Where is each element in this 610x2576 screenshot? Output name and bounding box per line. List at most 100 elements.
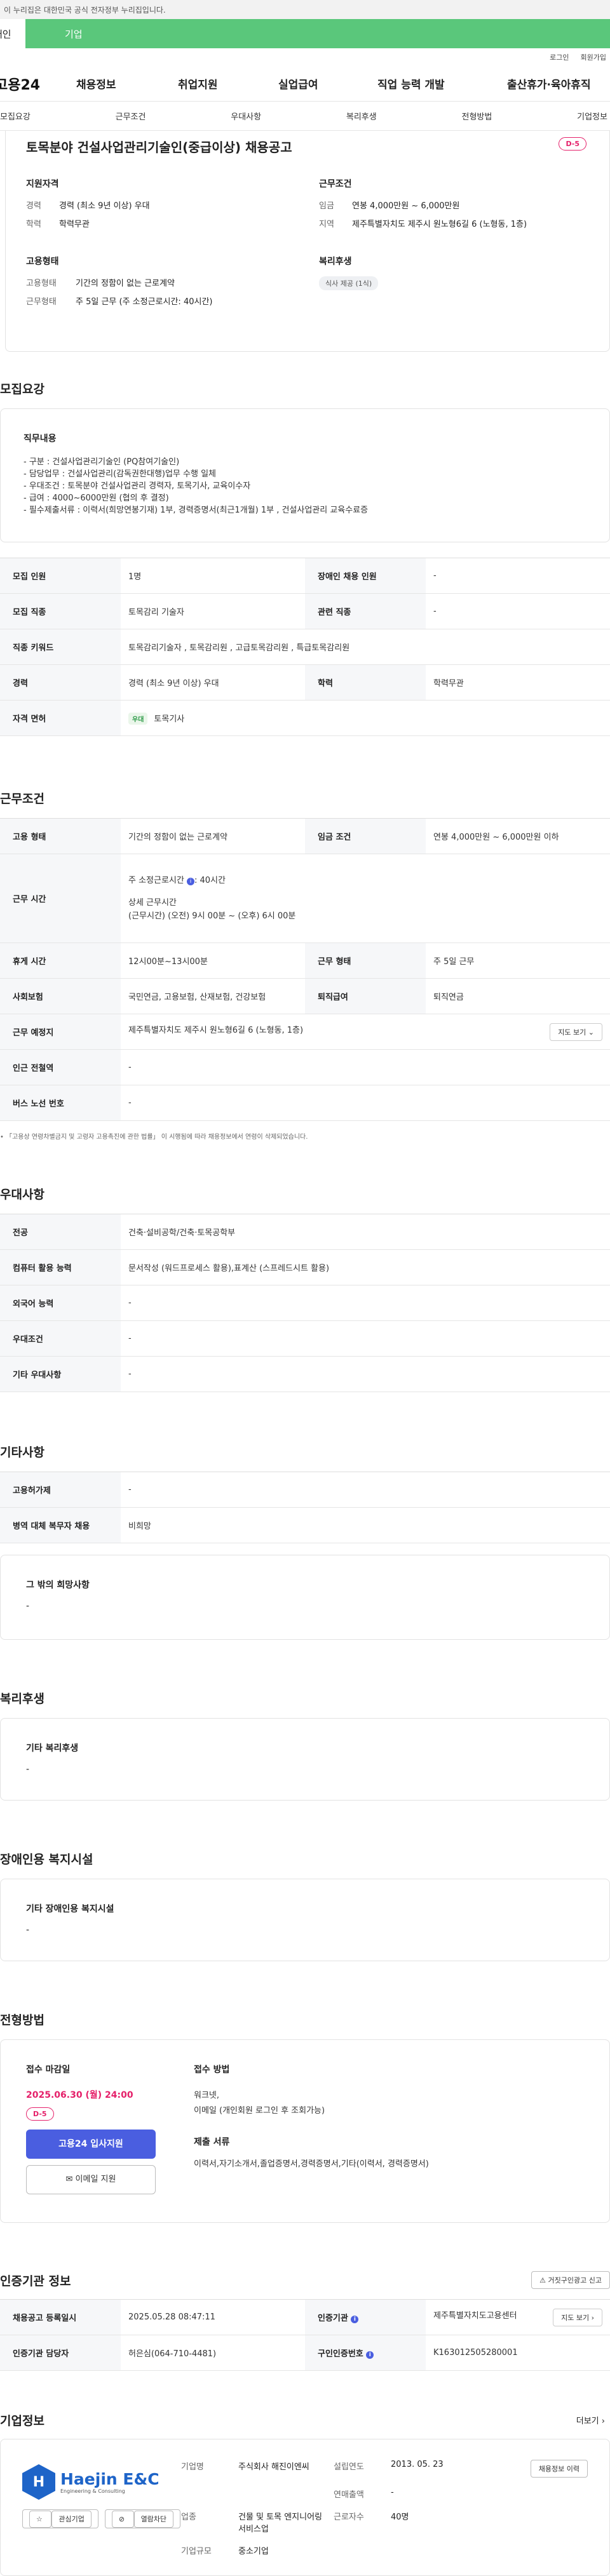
process-card: 접수 마감일 2025.06.30 (월) 24:00 D-5 고용24 입사지… <box>0 2039 610 2223</box>
summary-value: 학력무관 <box>59 220 90 229</box>
info-icon[interactable]: i <box>366 2351 374 2359</box>
row-value: 토목감리기술자 , 토목감리원 , 고급토목감리원 , 특급토목감리원 <box>121 629 610 665</box>
duty-line: - 급여 : 4000~6000만원 (협의 후 결정) <box>24 493 169 503</box>
anchor-recruit[interactable]: 모집요강 <box>0 110 30 122</box>
table-row: 근무 예정지 제주특별자치도 제주시 원노형6길 6 (노형동, 1층) 지도 보기… <box>0 1014 610 1050</box>
summary-label: 지역 <box>319 220 334 229</box>
block-view-button[interactable]: ⊘ 열람차단 <box>104 2509 181 2528</box>
disabled-value: - <box>26 1925 30 1935</box>
block-icon: ⊘ <box>111 2511 134 2528</box>
hire-history-button[interactable]: 채용정보 이력 <box>530 2460 588 2478</box>
age-notice-text: 「고용상 연령차별금지 및 고령자 고용촉진에 관한 법률」 이 시행됨에 따라… <box>6 1134 308 1141</box>
tab-company[interactable]: 기업 <box>25 19 610 48</box>
section-title-welfare: 복리후생 <box>0 1692 44 1706</box>
anchor-process[interactable]: 전형방법 <box>462 110 492 122</box>
row-value: - <box>426 558 610 594</box>
summary-employment: 고용형태 고용형태 기간의 정함이 없는 근로계약 근무형태 주 5일 근무 (주 … <box>26 255 294 313</box>
row-value: - <box>121 1356 610 1392</box>
tab-individual[interactable]: 개인 <box>0 19 25 48</box>
size-value: 중소기업 <box>238 2547 269 2556</box>
hope-card: 그 밖의 희망사항 - <box>0 1555 610 1640</box>
summary-welfare-heading: 복리후생 <box>319 257 352 267</box>
row-value: 국민연금, 고용보험, 산재보험, 건강보험 <box>121 978 305 1014</box>
gov-notice: 이 누리집은 대한민국 공식 전자정부 누리집입니다. <box>4 5 166 15</box>
signup-link[interactable]: 회원가입 <box>581 52 606 62</box>
summary-welfare: 복리후생 식사 제공 (1식) <box>319 255 586 313</box>
row-value: 허은심(064-710-4481) <box>121 2335 305 2371</box>
cert-header: 인증기관 정보 ⚠ 거짓구인광고 신고 <box>0 2271 610 2289</box>
org-label: 인증기관 <box>318 2314 348 2323</box>
anchor-preference[interactable]: 우대사항 <box>231 110 261 122</box>
company-card: H Haejin E&C Engineering & Consulting ☆ 관… <box>0 2439 610 2576</box>
company-actions: ☆ 관심기업 ⊘ 열람차단 <box>22 2509 181 2528</box>
apply-button[interactable]: 고용24 입사지원 <box>26 2130 156 2159</box>
mail-icon: ✉ <box>65 2175 76 2184</box>
deadline-value: 2025.06.30 (월) 24:00 <box>26 2090 133 2100</box>
section-title-etc: 기타사항 <box>0 1446 44 1459</box>
row-value: 주 소정근로시간 i: 40시간 상세 근무시간 (근무시간) (오전) 9시 … <box>121 854 610 943</box>
user-type-tabs: 개인 기업 <box>0 19 610 48</box>
info-icon[interactable]: i <box>187 878 194 885</box>
org-map-label: 지도 보기 <box>561 2313 590 2322</box>
chevron-right-icon: › <box>591 2313 594 2322</box>
info-icon[interactable]: i <box>351 2316 359 2323</box>
etc-table: 고용허가제 - 병역 대체 복무자 채용 비희망 <box>0 1472 610 1543</box>
chevron-right-icon: › <box>601 2417 605 2426</box>
row-value: - <box>121 1285 610 1321</box>
summary-value: 기간의 정함이 없는 근로계약 <box>76 279 175 288</box>
row-value: - <box>121 1049 610 1085</box>
row-label: 구인인증번호 i <box>305 2335 426 2371</box>
row-label: 휴게 시간 <box>0 943 121 979</box>
method-item: 워크넷, <box>194 2091 220 2100</box>
summary-conditions-heading: 근무조건 <box>319 179 352 189</box>
method-col: 접수 방법 워크넷, 이메일 (개인회원 로그인 후 조회가능) 제출 서류 이… <box>194 2063 584 2194</box>
gnb-item-jobs[interactable]: 채용정보 <box>76 76 178 91</box>
tab-individual-label: 개인 <box>0 28 11 40</box>
row-value: 비희망 <box>121 1507 610 1543</box>
gnb-item-employment-support[interactable]: 취업지원 <box>178 76 278 91</box>
row-label: 모집 직종 <box>0 593 121 629</box>
org-value: 제주특별자치도고용센터 <box>433 2311 517 2321</box>
dday-badge: D-5 <box>26 2107 54 2121</box>
location-value: 제주특별자치도 제주시 원노형6길 6 (노형동, 1층) <box>128 1025 304 1035</box>
conditions-table: 고용 형태 기간의 정함이 없는 근로계약 임금 조건 연봉 4,000만원 ~ 6,… <box>0 818 610 1121</box>
fav-label: 관심기업 <box>51 2511 92 2528</box>
row-value: K163012505280001 <box>426 2335 610 2371</box>
org-map-button[interactable]: 지도 보기 › <box>553 2308 602 2326</box>
info-label: 기업명 <box>181 2462 204 2472</box>
anchor-company[interactable]: 기업정보 <box>577 110 607 122</box>
info-label: 업종 <box>181 2512 196 2522</box>
anchor-welfare[interactable]: 복리후생 <box>346 110 377 122</box>
gnb-item-parental-leave[interactable]: 출산휴가·육아휴직 <box>507 76 591 91</box>
row-label: 우대조건 <box>0 1320 121 1357</box>
summary-conditions: 근무조건 임금 연봉 4,000만원 ~ 6,000만원 지역 제주특별자치도 제주… <box>319 177 586 236</box>
map-button[interactable]: 지도 보기 ⌄ <box>550 1023 602 1041</box>
report-fake-ad-button[interactable]: ⚠ 거짓구인광고 신고 <box>531 2271 610 2289</box>
login-link[interactable]: 로그인 <box>550 52 569 62</box>
report-button-label: 거짓구인광고 신고 <box>548 2276 602 2284</box>
summary-qualification: 지원자격 경력 경력 (최소 9년 이상) 우대 학력 학력무관 <box>26 177 294 236</box>
industry-value: 건물 및 토목 엔지니어링 서비스업 <box>238 2512 322 2534</box>
anchor-conditions[interactable]: 근무조건 <box>116 110 146 122</box>
table-row: 채용공고 등록일시 2025.05.28 08:47:11 인증기관 i 제주특별자치… <box>0 2299 610 2335</box>
duty-line: - 구분 : 건설사업관리기술인 (PQ참여기술인) <box>24 457 180 467</box>
gnb-item-unemployment-benefit[interactable]: 실업급여 <box>278 76 377 91</box>
section-title-conditions: 근무조건 <box>0 792 44 806</box>
sales-value: - <box>391 2488 394 2497</box>
company-header: 기업정보 더보기 › <box>0 2412 610 2429</box>
site-logo[interactable]: 고용24 <box>0 74 76 94</box>
email-apply-button[interactable]: ✉ 이메일 지원 <box>26 2165 156 2194</box>
row-value: 우대 토목기사 <box>121 700 610 736</box>
welfare-heading: 기타 복리후생 <box>26 1743 79 1754</box>
table-row: 직종 키워드 토목감리기술자 , 토목감리원 , 고급토목감리원 , 특급토목감리… <box>0 629 610 665</box>
method-heading: 접수 방법 <box>194 2065 230 2075</box>
company-more-link[interactable]: 더보기 › <box>576 2414 610 2426</box>
docs-heading: 제출 서류 <box>194 2137 230 2147</box>
gnb-item-vocational-training[interactable]: 직업 능력 개발 <box>377 76 507 91</box>
table-row: 자격 면허 우대 토목기사 <box>0 700 610 736</box>
row-label: 인증기관 담당자 <box>0 2335 121 2371</box>
row-value: 12시00분~13시00분 <box>121 943 305 979</box>
utility-menu: 로그인 회원가입 <box>0 48 610 66</box>
hours-detail-value: (근무시간) (오전) 9시 00분 ~ (오후) 6시 00분 <box>128 911 296 921</box>
favorite-company-button[interactable]: ☆ 관심기업 <box>22 2509 98 2528</box>
